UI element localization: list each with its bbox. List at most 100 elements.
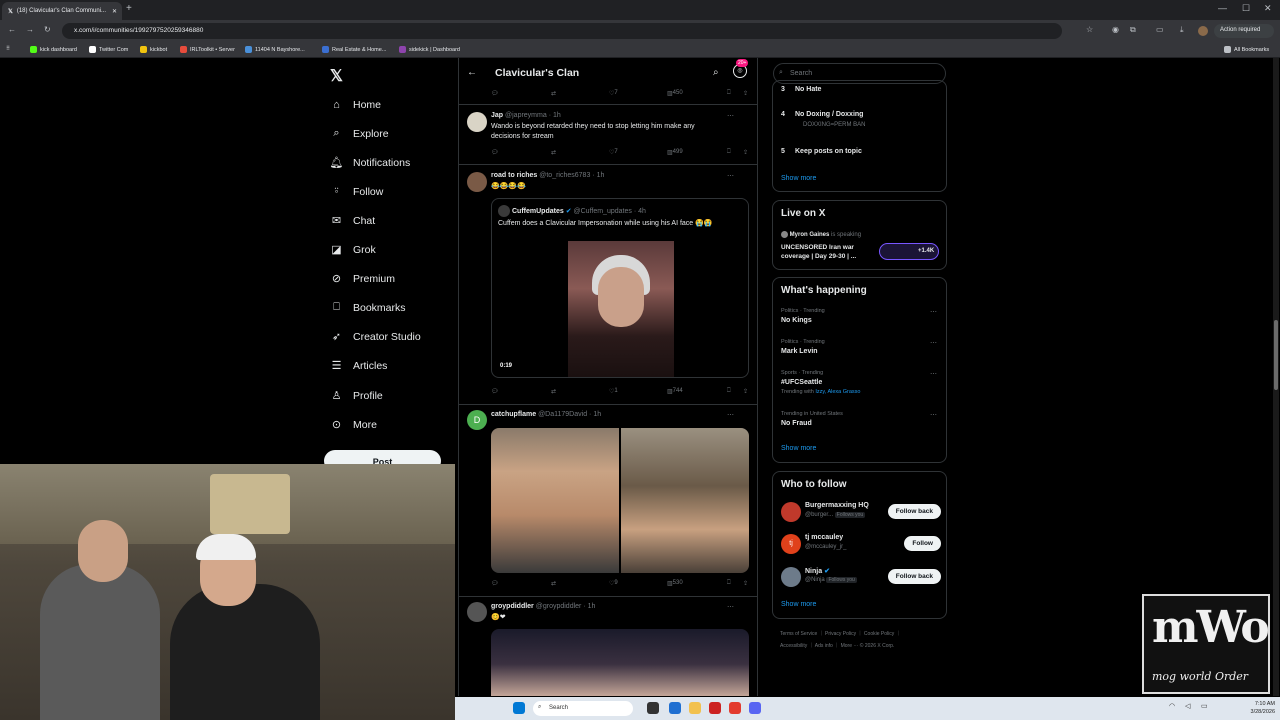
sidebar-item-follow[interactable]: ⍤ Follow: [330, 185, 383, 198]
puzzle-icon[interactable]: ⧉: [1130, 25, 1136, 35]
bookmark-real-estate[interactable]: Real Estate & Home...: [322, 46, 386, 53]
sidebar-item-profile[interactable]: ♙ Profile: [330, 389, 383, 403]
share-icon[interactable]: ⇪: [743, 388, 748, 395]
back-arrow-icon[interactable]: ←: [467, 67, 477, 78]
follow-suggestion[interactable]: Ninja ✔ @Ninja Follows you Follow back: [781, 565, 941, 591]
window-close-icon[interactable]: ✕: [1264, 3, 1272, 14]
url-input[interactable]: x.com/i/communities/1992797520259346880: [62, 23, 1062, 39]
follow-suggestion[interactable]: Burgermaxxing HQ @burger... Follows you …: [781, 500, 941, 526]
share-icon[interactable]: ⇪: [743, 90, 748, 97]
back-icon[interactable]: ←: [8, 25, 16, 34]
sidebar-item-creator-studio[interactable]: ➶ Creator Studio: [330, 330, 421, 344]
star-icon[interactable]: ☆: [1086, 25, 1093, 34]
footer-link[interactable]: Privacy Policy: [825, 631, 856, 637]
live-text[interactable]: UNCENSORED Iran war coverage | Day 29-30…: [781, 243, 877, 261]
footer-link[interactable]: Ads info: [815, 643, 833, 649]
sidepanel-icon[interactable]: ▭: [1156, 25, 1164, 34]
action-required-button[interactable]: Action required: [1214, 24, 1274, 38]
footer-link[interactable]: Terms of Service: [780, 631, 817, 637]
footer-link[interactable]: Accessibility: [780, 643, 807, 649]
post-image[interactable]: [491, 629, 749, 696]
footer-link[interactable]: Cookie Policy: [864, 631, 894, 637]
views-count[interactable]: ▥ 744: [667, 388, 683, 395]
apps-icon[interactable]: ⠿: [6, 46, 10, 52]
discord-icon[interactable]: [749, 702, 761, 714]
start-icon[interactable]: [513, 702, 525, 714]
more-icon[interactable]: ⋯: [727, 172, 734, 180]
trend-item[interactable]: Politics · Trending Mark Levin ⋯: [781, 339, 941, 355]
avatar[interactable]: [467, 112, 487, 132]
extension-icon[interactable]: ◉: [1112, 25, 1119, 34]
sidebar-item-notifications[interactable]: 🔔︎ Notifications: [330, 156, 411, 170]
task-view-icon[interactable]: [647, 702, 659, 714]
video-player[interactable]: [568, 241, 674, 377]
like-button[interactable]: ♡ 9: [609, 580, 618, 587]
show-more-link[interactable]: Show more: [781, 175, 816, 182]
bookmark-kick-dashboard[interactable]: kick dashboard: [30, 46, 77, 53]
sidebar-item-bookmarks[interactable]: ⎕ Bookmarks: [330, 301, 405, 314]
bookmark-irltoolkit[interactable]: IRLToolkit • Server: [180, 46, 235, 53]
sidebar-item-home[interactable]: ⌂ Home: [330, 98, 381, 111]
battery-icon[interactable]: ▭: [1201, 702, 1213, 714]
share-icon[interactable]: ⇪: [743, 149, 748, 156]
follow-suggestion[interactable]: tj tj mccauley @mccauley_jr_ Follow: [781, 532, 941, 558]
app-icon[interactable]: [709, 702, 721, 714]
sidebar-item-more[interactable]: ⊙ More: [330, 418, 377, 432]
quoted-post[interactable]: CuffemUpdates ✔ @Cuffem_updates · 4h Cuf…: [491, 198, 749, 378]
sidebar-item-articles[interactable]: ☰ Articles: [330, 359, 388, 373]
reply-icon[interactable]: 💬︎: [491, 90, 499, 97]
reload-icon[interactable]: ↻: [44, 25, 51, 34]
share-icon[interactable]: ⇪: [743, 580, 748, 587]
more-icon[interactable]: ⋯: [727, 603, 734, 611]
bookmark-icon[interactable]: ⎕: [727, 580, 731, 587]
profile-avatar[interactable]: [1198, 26, 1208, 36]
edge-icon[interactable]: [669, 702, 681, 714]
repost-icon[interactable]: ⇄: [551, 149, 556, 156]
search-icon[interactable]: ⌕: [713, 67, 719, 78]
views-count[interactable]: ▥ 499: [667, 149, 683, 156]
show-more-link[interactable]: Show more: [781, 601, 816, 608]
trend-item[interactable]: Sports · Trending #UFCSeattle Trending wit…: [781, 370, 941, 395]
repost-icon[interactable]: ⇄: [551, 388, 556, 395]
scrollbar-thumb[interactable]: [1274, 320, 1278, 390]
repost-icon[interactable]: ⇄: [551, 90, 556, 97]
bookmark-twitter-com[interactable]: Twitter Com: [89, 46, 128, 53]
avatar[interactable]: D: [467, 410, 487, 430]
bookmark-sidekick[interactable]: sidekick | Dashboard: [399, 46, 460, 53]
reply-icon[interactable]: 💬︎: [491, 580, 499, 587]
sidebar-item-premium[interactable]: ⊘ Premium: [330, 272, 395, 286]
more-icon[interactable]: ⋯: [727, 411, 734, 419]
sidebar-item-explore[interactable]: ⌕ Explore: [330, 127, 388, 140]
follow-button[interactable]: Follow: [904, 536, 941, 551]
post-author[interactable]: catchupflame @Da1179David · 1h: [491, 411, 601, 418]
show-more-link[interactable]: Show more: [781, 445, 816, 452]
post-image[interactable]: [621, 428, 749, 573]
views-count[interactable]: ▥ 450: [667, 90, 683, 97]
post-image[interactable]: [491, 428, 619, 573]
trend-item[interactable]: Politics · Trending No Kings ⋯: [781, 308, 941, 324]
chrome-icon[interactable]: [729, 702, 741, 714]
taskbar-search[interactable]: ⌕ Search: [533, 701, 633, 716]
avatar[interactable]: [467, 172, 487, 192]
bookmark-icon[interactable]: ⎕: [727, 90, 731, 97]
notifications-badge-icon[interactable]: ◎ 20+: [733, 59, 749, 78]
volume-icon[interactable]: ◁: [1185, 702, 1197, 714]
reply-icon[interactable]: 💬︎: [491, 149, 499, 156]
post-author[interactable]: groypdiddler @groypdiddler · 1h: [491, 603, 595, 610]
sidebar-item-grok[interactable]: ◪ Grok: [330, 243, 375, 257]
new-tab-icon[interactable]: +: [126, 3, 132, 14]
taskbar-clock[interactable]: 7:10 AM 3/28/2026: [1235, 700, 1275, 716]
file-explorer-icon[interactable]: [689, 702, 701, 714]
sidebar-item-chat[interactable]: ✉ Chat: [330, 214, 375, 228]
live-host[interactable]: Myron Gaines is speaking: [781, 231, 861, 238]
like-button[interactable]: ♡ 7: [609, 90, 618, 97]
live-listeners-button[interactable]: +1.4K: [879, 243, 939, 260]
post-author[interactable]: Jap @japreymma · 1h: [491, 112, 561, 119]
like-button[interactable]: ♡ 1: [609, 388, 618, 395]
browser-tab[interactable]: 𝕏 (18) Clavicular's Clan Communi... ✕: [2, 2, 122, 20]
like-button[interactable]: ♡ 7: [609, 149, 618, 156]
post-author[interactable]: road to riches @to_riches6783 · 1h: [491, 172, 604, 179]
bookmark-icon[interactable]: ⎕: [727, 149, 731, 156]
bookmark-icon[interactable]: ⎕: [727, 388, 731, 395]
avatar[interactable]: [467, 602, 487, 622]
